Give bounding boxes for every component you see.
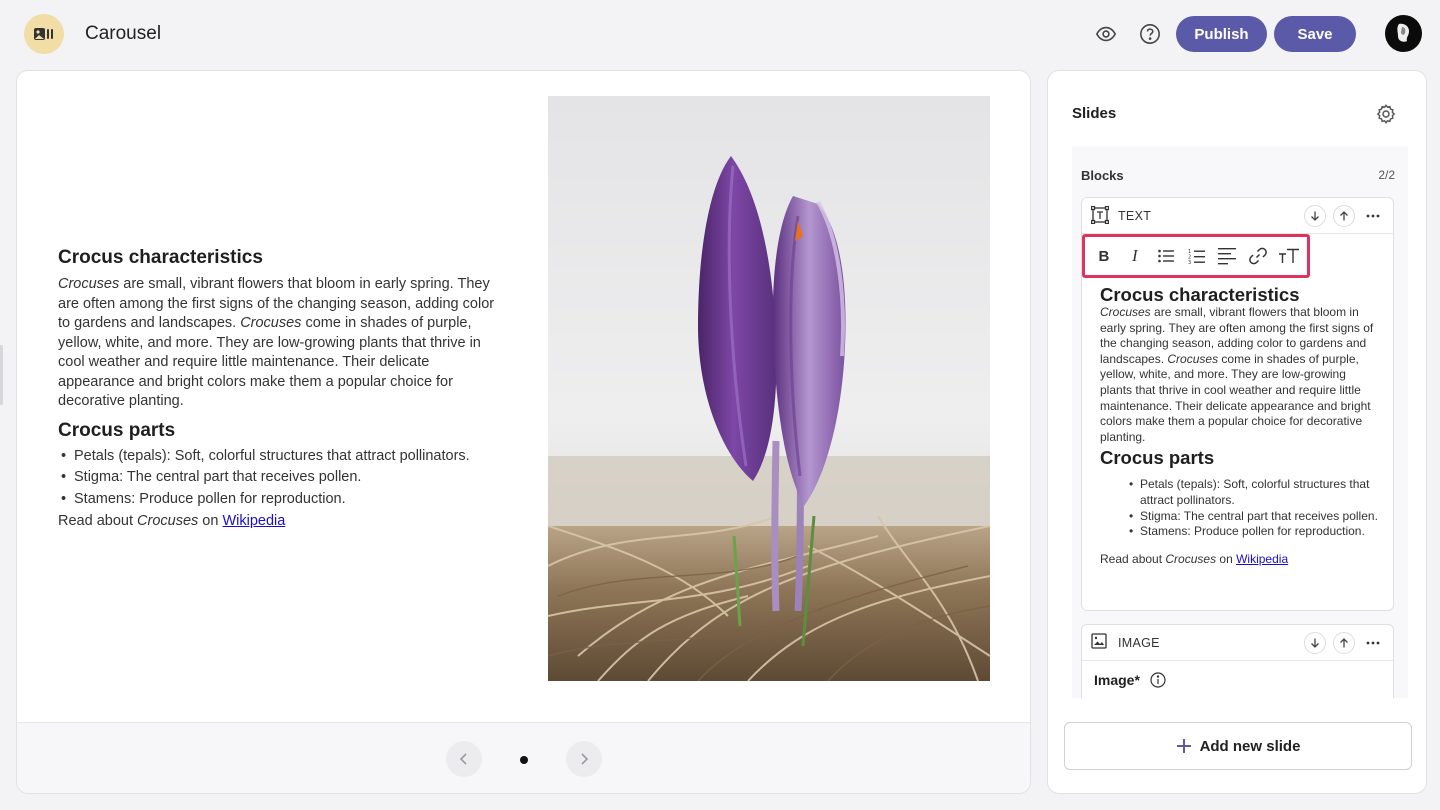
carousel-logo-icon (34, 28, 53, 40)
move-up-button[interactable] (1333, 205, 1355, 227)
parts-list: Petals (tepals): Soft, colorful structur… (58, 446, 508, 511)
plus-icon (1176, 738, 1192, 754)
editor-heading-characteristics: Crocus characteristics (1100, 284, 1300, 305)
numbered-list-button[interactable]: 1 2 3 (1184, 242, 1210, 270)
blocks-count: 2/2 (1378, 168, 1395, 182)
text-block-icon (1091, 206, 1109, 224)
avatar[interactable] (1385, 15, 1422, 52)
editor-read-more: Read about Crocuses on Wikipedia (1100, 551, 1289, 566)
image-field-label: Image* (1094, 672, 1140, 688)
left-edge-handle[interactable] (0, 345, 3, 405)
image-block-label: IMAGE (1118, 636, 1160, 650)
publish-button[interactable]: Publish (1176, 16, 1267, 52)
blocks-panel[interactable]: Blocks 2/2 TEXT B I 1 2 3 Crocus charact… (1072, 146, 1408, 698)
align-left-icon (1218, 248, 1237, 265)
image-field: Image* (1094, 672, 1166, 688)
blocks-label: Blocks (1081, 168, 1124, 183)
arrow-up-icon (1340, 211, 1348, 221)
bulleted-list-icon (1157, 249, 1174, 263)
sidebar-title: Slides (1072, 105, 1117, 122)
list-item: Stamens: Produce pollen for reproduction… (58, 489, 508, 511)
read-more-line: Read about Crocuses on Wikipedia (58, 513, 286, 529)
text-block-header: TEXT (1082, 198, 1393, 234)
next-slide-button[interactable] (566, 741, 602, 777)
slide-text-content: Crocus characteristics Crocuses are smal… (58, 247, 508, 532)
settings-gear-icon[interactable] (1375, 103, 1397, 125)
carousel-pagination (17, 722, 1030, 793)
list-item: Stigma: The central part that receives p… (58, 467, 508, 489)
help-icon[interactable] (1138, 22, 1162, 46)
slides-sidebar: Slides Blocks 2/2 TEXT B I 1 2 3 Crocus … (1047, 70, 1427, 794)
list-item: Stigma: The central part that receives p… (1128, 509, 1380, 525)
app-title: Carousel (85, 23, 162, 44)
pagination-dot-active[interactable] (520, 756, 528, 764)
image-block-header: IMAGE (1082, 625, 1393, 661)
text-size-icon (1279, 248, 1300, 263)
editor-wikipedia-link[interactable]: Wikipedia (1236, 552, 1288, 566)
editor-paragraph: Crocuses are small, vibrant flowers that… (1100, 305, 1374, 444)
image-block-icon (1091, 633, 1107, 649)
app-logo (24, 14, 64, 54)
editor-heading-parts: Crocus parts (1100, 447, 1215, 469)
wikipedia-link[interactable]: Wikipedia (222, 513, 285, 529)
move-up-button[interactable] (1333, 632, 1355, 654)
list-item: Petals (tepals): Soft, colorful structur… (1128, 477, 1380, 508)
more-options-icon[interactable] (1363, 206, 1383, 226)
add-new-slide-button[interactable]: Add new slide (1064, 722, 1412, 770)
bulleted-list-button[interactable] (1153, 242, 1179, 270)
link-icon (1249, 247, 1268, 265)
info-icon[interactable] (1150, 672, 1166, 688)
svg-text:3: 3 (1188, 260, 1191, 265)
slide-preview: Crocus characteristics Crocuses are smal… (16, 70, 1031, 794)
italic-button[interactable]: I (1122, 242, 1148, 270)
description-paragraph: Crocuses are small, vibrant flowers that… (58, 276, 495, 409)
crocus-photo (548, 96, 990, 681)
app-header: Carousel Publish Save (0, 0, 1440, 68)
text-block: TEXT B I 1 2 3 Crocus characteristics Cr… (1081, 197, 1394, 611)
arrow-up-icon (1340, 638, 1348, 648)
save-button[interactable]: Save (1274, 16, 1356, 52)
heading-parts: Crocus parts (58, 419, 176, 441)
align-button[interactable] (1214, 242, 1240, 270)
move-down-button[interactable] (1304, 632, 1326, 654)
heading-characteristics: Crocus characteristics (58, 247, 263, 268)
arrow-down-icon (1311, 211, 1319, 221)
bold-button[interactable]: B (1091, 242, 1117, 270)
previous-slide-button[interactable] (446, 741, 482, 777)
move-down-button[interactable] (1304, 205, 1326, 227)
rich-text-toolbar: B I 1 2 3 (1082, 234, 1310, 278)
more-options-icon[interactable] (1363, 633, 1383, 653)
text-editor[interactable]: Crocus characteristics Crocuses are smal… (1100, 284, 1380, 566)
arrow-down-icon (1311, 638, 1319, 648)
chevron-right-icon (581, 753, 589, 765)
chevron-left-icon (459, 753, 467, 765)
list-item: Stamens: Produce pollen for reproduction… (1128, 524, 1380, 540)
link-button[interactable] (1245, 242, 1271, 270)
text-block-label: TEXT (1118, 209, 1152, 223)
numbered-list-icon: 1 2 3 (1188, 249, 1205, 265)
text-size-button[interactable] (1276, 242, 1302, 270)
list-item: Petals (tepals): Soft, colorful structur… (58, 446, 508, 468)
editor-parts-list: Petals (tepals): Soft, colorful structur… (1128, 477, 1380, 539)
preview-eye-icon[interactable] (1094, 22, 1118, 46)
add-new-slide-label: Add new slide (1199, 737, 1301, 755)
image-block: IMAGE Image* (1081, 624, 1394, 698)
